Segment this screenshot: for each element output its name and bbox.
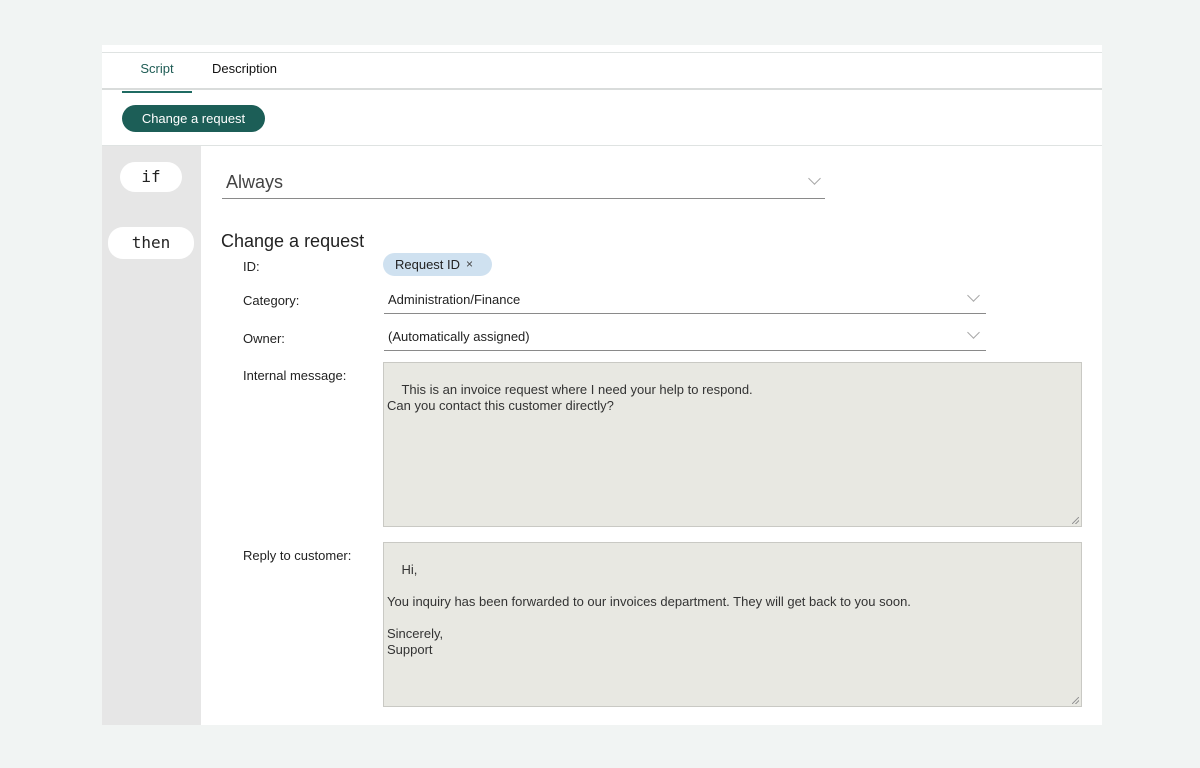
then-keyword-badge: then bbox=[108, 227, 194, 259]
close-icon[interactable]: × bbox=[466, 253, 473, 276]
header-divider bbox=[102, 145, 1102, 146]
category-select[interactable]: Administration/Finance bbox=[384, 287, 986, 314]
chevron-down-icon bbox=[967, 326, 980, 339]
active-tab-indicator bbox=[122, 91, 192, 93]
condition-value: Always bbox=[226, 172, 284, 192]
tab-bar: Script Description bbox=[102, 53, 1102, 93]
tab-script[interactable]: Script bbox=[122, 53, 192, 85]
condition-select[interactable]: Always bbox=[222, 166, 825, 199]
internal-message-text: This is an invoice request where I need … bbox=[387, 382, 753, 413]
reply-textarea[interactable]: Hi, You inquiry has been forwarded to ou… bbox=[383, 542, 1082, 707]
reply-label: Reply to customer: bbox=[243, 548, 352, 563]
internal-message-label: Internal message: bbox=[243, 368, 347, 383]
owner-value: (Automatically assigned) bbox=[388, 329, 530, 344]
category-value: Administration/Finance bbox=[388, 292, 521, 307]
owner-select[interactable]: (Automatically assigned) bbox=[384, 324, 986, 351]
tab-description[interactable]: Description bbox=[212, 53, 277, 85]
category-label: Category: bbox=[243, 293, 300, 308]
request-id-chip-label: Request ID bbox=[395, 257, 461, 272]
action-title: Change a request bbox=[221, 231, 365, 251]
resize-grip-icon[interactable] bbox=[1072, 517, 1079, 524]
reply-text: Hi, You inquiry has been forwarded to ou… bbox=[387, 562, 911, 657]
tabs-divider bbox=[102, 88, 1102, 90]
chevron-down-icon bbox=[967, 289, 980, 302]
id-label: ID: bbox=[243, 259, 260, 274]
resize-grip-icon[interactable] bbox=[1072, 697, 1079, 704]
if-keyword-badge: if bbox=[120, 162, 182, 192]
owner-label: Owner: bbox=[243, 331, 285, 346]
script-editor-panel: Script Description Change a request if t… bbox=[102, 45, 1102, 725]
change-request-button[interactable]: Change a request bbox=[122, 105, 265, 132]
chevron-down-icon bbox=[808, 172, 821, 185]
request-id-chip[interactable]: Request ID × bbox=[383, 253, 492, 276]
internal-message-textarea[interactable]: This is an invoice request where I need … bbox=[383, 362, 1082, 527]
